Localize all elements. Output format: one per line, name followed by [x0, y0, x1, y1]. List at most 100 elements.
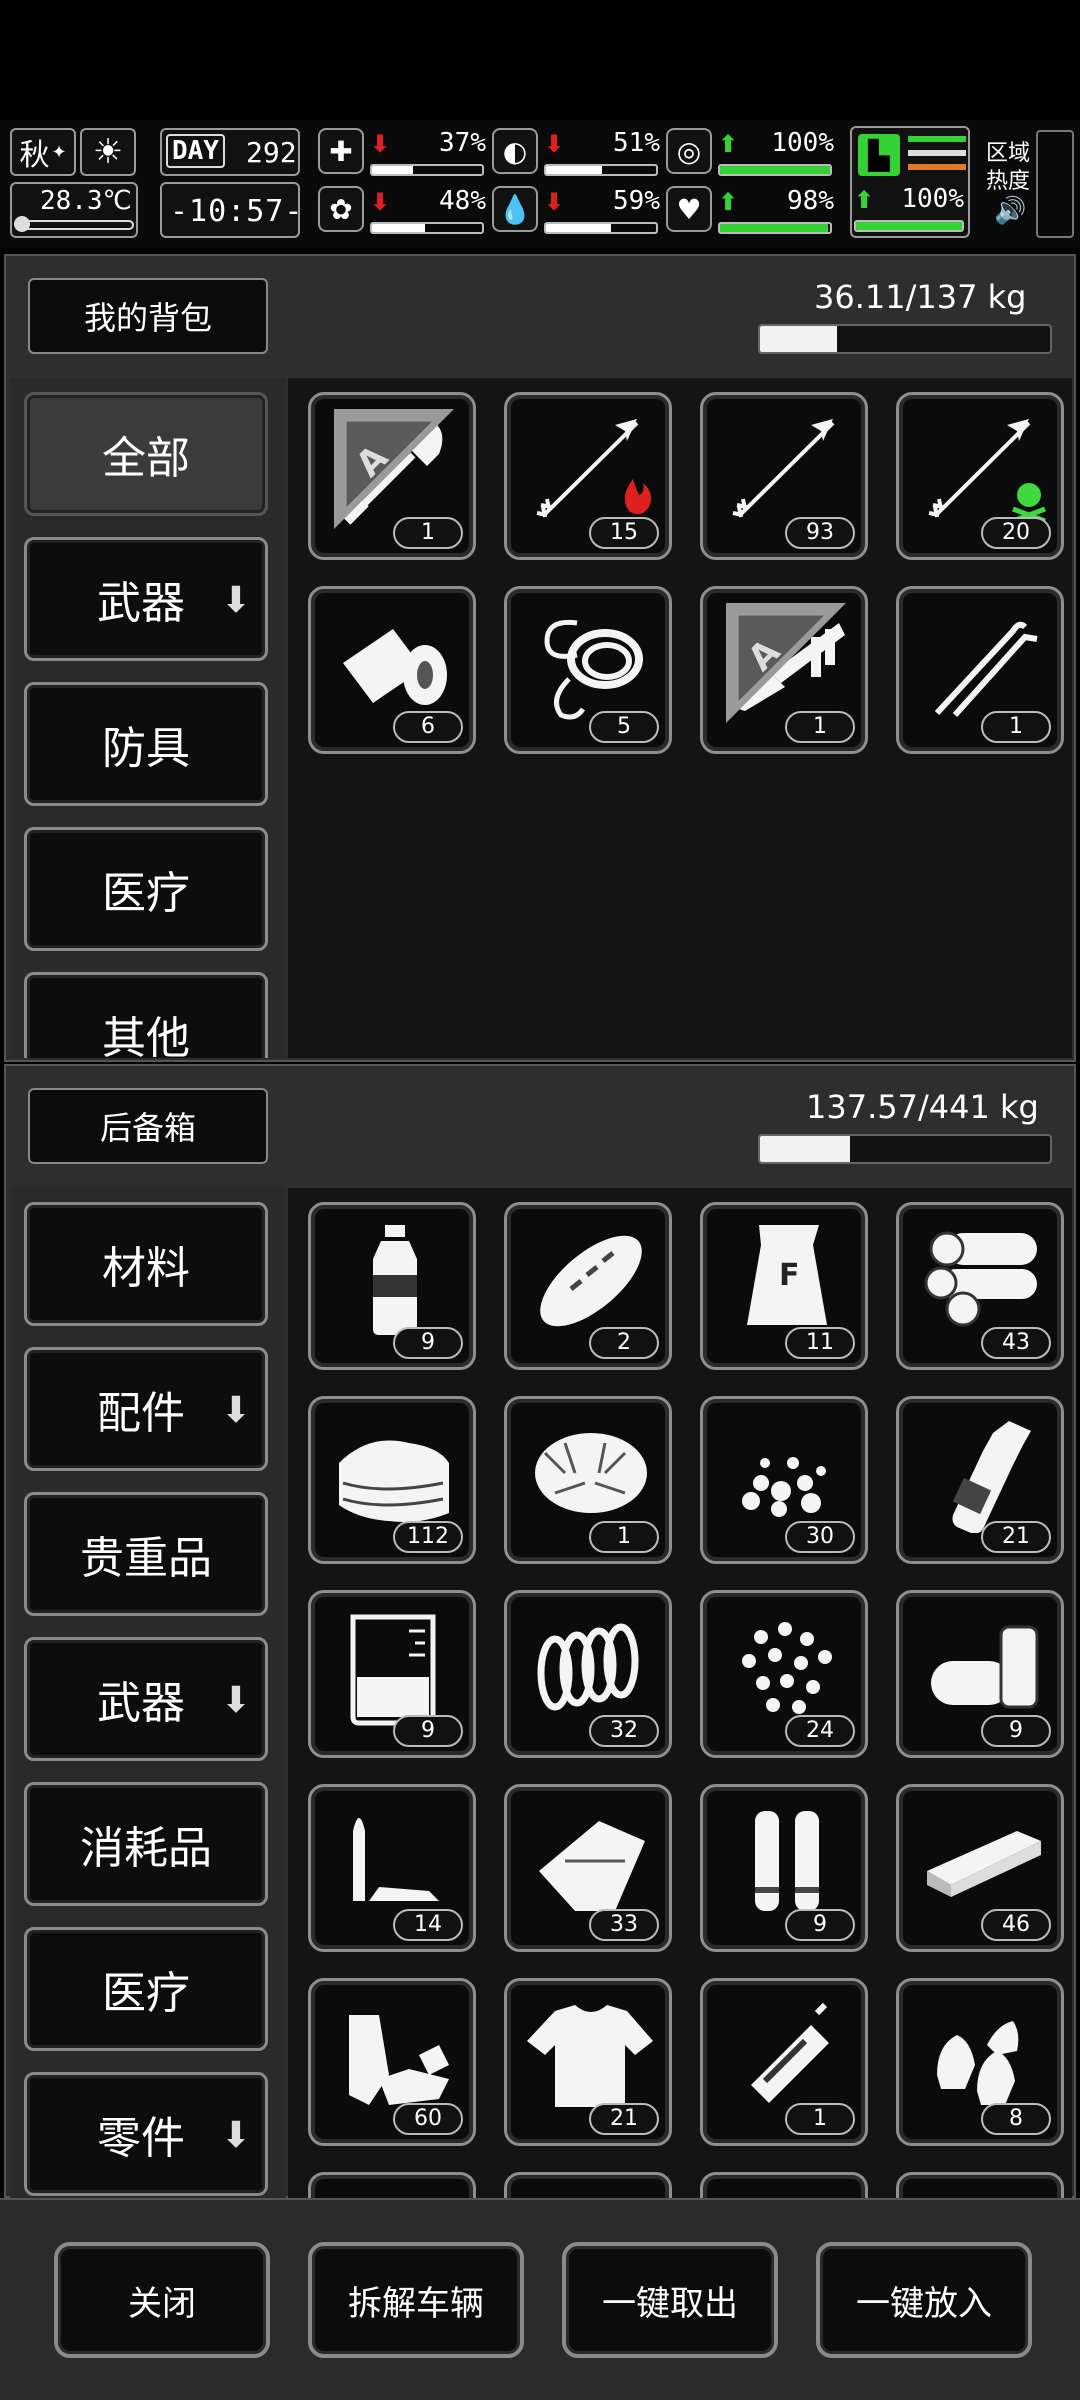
- item-slot[interactable]: 60: [308, 1978, 476, 2146]
- item-slot[interactable]: 33: [504, 1784, 672, 1952]
- category-tab[interactable]: 配件 ⬇: [24, 1347, 268, 1471]
- item-slot[interactable]: 9: [308, 1590, 476, 1758]
- stomach-icon: ◐: [492, 128, 538, 174]
- item-slot[interactable]: A1: [700, 586, 868, 754]
- item-count: 32: [589, 1715, 659, 1747]
- item-slot[interactable]: 21: [896, 1396, 1064, 1564]
- item-slot[interactable]: 9: [896, 1590, 1064, 1758]
- category-tab[interactable]: 武器 ⬇: [24, 537, 268, 661]
- category-tab[interactable]: 消耗品: [24, 1782, 268, 1906]
- category-label: 材料: [102, 1243, 190, 1294]
- pipes-icon: [931, 1625, 1039, 1709]
- backpack-category-list[interactable]: 全部武器 ⬇ 防具医疗其他: [10, 378, 286, 1058]
- arrow-up-icon: ⬆: [718, 188, 739, 216]
- stat-bar: [718, 222, 832, 234]
- item-slot[interactable]: 112: [308, 1396, 476, 1564]
- item-count: 1: [981, 711, 1051, 743]
- item-slot[interactable]: 20: [896, 392, 1064, 560]
- grade-tag-icon: A: [726, 603, 846, 723]
- glass-bottle-icon: [952, 1421, 1031, 1533]
- speaker-icon[interactable]: 🔊: [994, 196, 1026, 226]
- cloth-icon: [339, 1440, 449, 1522]
- item-slot[interactable]: 9: [308, 1202, 476, 1370]
- item-count: 60: [393, 2103, 463, 2135]
- item-count: 14: [393, 1909, 463, 1941]
- item-slot[interactable]: 30: [700, 1396, 868, 1564]
- item-slot-empty[interactable]: [700, 2172, 868, 2198]
- category-tab[interactable]: 材料: [24, 1202, 268, 1326]
- stamina-stat: ⬆ 100%: [854, 184, 966, 236]
- item-slot[interactable]: 9: [700, 1784, 868, 1952]
- category-tab[interactable]: 贵重品: [24, 1492, 268, 1616]
- category-label: 医疗: [102, 868, 190, 919]
- storage-weight: 137.57/441 kg: [806, 1088, 1039, 1126]
- stat-heart: ♥ ⬆ 98%: [666, 186, 836, 238]
- stat-stomach: ◐ ⬇ 51%: [492, 128, 662, 180]
- bread-icon: [540, 1235, 642, 1327]
- item-slot[interactable]: F 11: [700, 1202, 868, 1370]
- item-slot[interactable]: 15: [504, 392, 672, 560]
- item-slot[interactable]: 1: [700, 1978, 868, 2146]
- item-slot[interactable]: 14: [308, 1784, 476, 1952]
- bandage-icon: [343, 629, 447, 705]
- stat-bar: [544, 164, 658, 176]
- item-slot[interactable]: 46: [896, 1784, 1064, 1952]
- item-slot[interactable]: 8: [896, 1978, 1064, 2146]
- stat-value: 59%: [613, 186, 660, 216]
- item-slot[interactable]: 24: [700, 1590, 868, 1758]
- dismantle-vehicle-button[interactable]: 拆解车辆: [308, 2242, 524, 2358]
- category-tab[interactable]: 防具: [24, 682, 268, 806]
- category-tab[interactable]: 零件 ⬇: [24, 2072, 268, 2196]
- item-slot[interactable]: 6: [308, 586, 476, 754]
- item-slot-empty[interactable]: [896, 2172, 1064, 2198]
- item-slot[interactable]: 93: [700, 392, 868, 560]
- item-count: 1: [393, 517, 463, 549]
- rags-icon: [349, 2015, 449, 2105]
- category-tab[interactable]: 其他: [24, 972, 268, 1058]
- close-button[interactable]: 关闭: [54, 2242, 270, 2358]
- bullet-icon: [353, 1818, 439, 1901]
- item-count: 9: [981, 1715, 1051, 1747]
- category-tab[interactable]: 武器 ⬇: [24, 1637, 268, 1761]
- stat-bar: [370, 222, 484, 234]
- item-count: 11: [785, 1327, 855, 1359]
- item-slot[interactable]: 43: [896, 1202, 1064, 1370]
- category-tab[interactable]: 医疗: [24, 827, 268, 951]
- category-tab[interactable]: 全部: [24, 392, 268, 516]
- stat-water-drop: 💧 ⬇ 59%: [492, 186, 662, 238]
- rope-icon: [544, 619, 643, 720]
- item-count: 33: [589, 1909, 659, 1941]
- item-slot[interactable]: 1: [504, 1396, 672, 1564]
- arrow-down-icon: ⬇: [220, 1680, 251, 1721]
- leaf-icon: ✦: [51, 141, 67, 163]
- item-slot[interactable]: A1: [308, 392, 476, 560]
- category-label: 消耗品: [80, 1823, 212, 1874]
- shirt-icon: [527, 2005, 653, 2107]
- heart-icon: ♥: [666, 186, 712, 232]
- item-count: 2: [589, 1327, 659, 1359]
- item-count: 21: [589, 2103, 659, 2135]
- item-slot[interactable]: 2: [504, 1202, 672, 1370]
- leather-icon: [539, 1821, 645, 1911]
- arrow-down-icon: ⬇: [220, 2115, 251, 2156]
- item-slot[interactable]: 5: [504, 586, 672, 754]
- storage-category-list[interactable]: 材料配件 ⬇ 贵重品武器 ⬇ 消耗品医疗零件 ⬇: [10, 1188, 286, 2198]
- take-all-button[interactable]: 一键取出: [562, 2242, 778, 2358]
- day-label: DAY: [166, 134, 225, 168]
- item-slot-empty[interactable]: [308, 2172, 476, 2198]
- boot-icon: ▙: [858, 134, 900, 176]
- item-slot[interactable]: 21: [504, 1978, 672, 2146]
- arrow-up-icon: ⬆: [718, 130, 739, 158]
- item-slot[interactable]: 1: [896, 586, 1064, 754]
- backpack-item-grid[interactable]: A 1 15 93 20 6 5 A 1 1: [288, 378, 1072, 1058]
- rounds-icon: [937, 2021, 1019, 2105]
- medkit-icon: ✚: [318, 128, 364, 174]
- item-slot-empty[interactable]: [504, 2172, 672, 2198]
- item-slot[interactable]: 32: [504, 1590, 672, 1758]
- store-all-button[interactable]: 一键放入: [816, 2242, 1032, 2358]
- stat-bar: [370, 164, 484, 176]
- water-bottle-icon: [373, 1225, 417, 1335]
- storage-item-grid[interactable]: 9 2 F 11 43 112 1 30 21 9 32 24 9 14 33 9 46 60 21 1 8: [288, 1188, 1072, 2198]
- category-tab[interactable]: 医疗: [24, 1927, 268, 2051]
- storage-weight-bar: [758, 1134, 1052, 1164]
